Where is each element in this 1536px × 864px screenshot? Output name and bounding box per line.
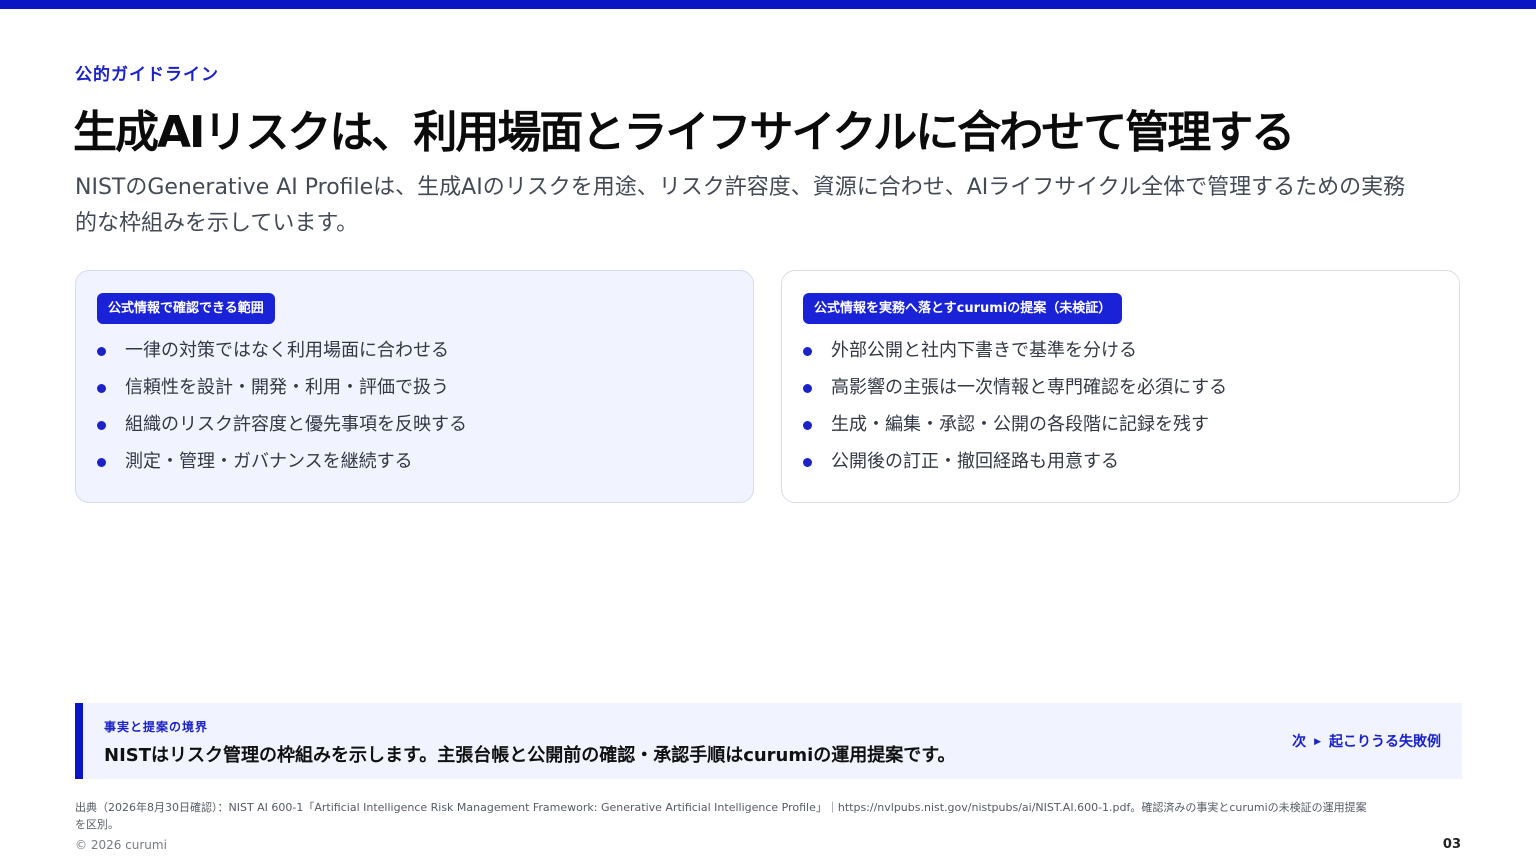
list-item-text: 信頼性を設計・開発・利用・評価で扱う xyxy=(125,377,449,398)
official-scope-card: 公式情報で確認できる範囲 一律の対策ではなく利用場面に合わせる 信頼性を設計・開… xyxy=(75,270,754,503)
next-slide-link[interactable]: 次 ▶ 起こりうる失敗例 xyxy=(1292,731,1441,751)
list-item: 信頼性を設計・開発・利用・評価で扱う xyxy=(96,371,467,408)
callout-text: NISTはリスク管理の枠組みを示します。主張台帳と公開前の確認・承認手順はcur… xyxy=(104,745,956,766)
card-tag: 公式情報で確認できる範囲 xyxy=(97,293,275,324)
list-item-text: 生成・編集・承認・公開の各段階に記録を残す xyxy=(831,414,1209,435)
next-prefix: 次 xyxy=(1292,734,1307,750)
copyright: © 2026 curumi xyxy=(75,838,167,852)
callout-label: 事実と提案の境界 xyxy=(104,720,209,734)
next-label: 起こりうる失敗例 xyxy=(1329,734,1441,750)
bullet-icon xyxy=(97,384,106,393)
list-item: 組織のリスク許容度と優先事項を反映する xyxy=(96,408,467,445)
list-item-text: 外部公開と社内下書きで基準を分ける xyxy=(831,340,1137,361)
list-item-text: 高影響の主張は一次情報と専門確認を必須にする xyxy=(831,377,1228,398)
list-item-text: 組織のリスク許容度と優先事項を反映する xyxy=(125,414,467,435)
bullet-icon xyxy=(803,421,812,430)
list-item: 生成・編集・承認・公開の各段階に記録を残す xyxy=(802,408,1227,445)
fact-proposal-callout: 事実と提案の境界 NISTはリスク管理の枠組みを示します。主張台帳と公開前の確認… xyxy=(75,703,1462,779)
list-item: 外部公開と社内下書きで基準を分ける xyxy=(802,334,1227,371)
list-item: 一律の対策ではなく利用場面に合わせる xyxy=(96,334,467,371)
list-item-text: 測定・管理・ガバナンスを継続する xyxy=(125,451,413,472)
list-item-text: 公開後の訂正・撤回経路も用意する xyxy=(831,451,1119,472)
lead-paragraph: NISTのGenerative AI Profileは、生成AIのリスクを用途、… xyxy=(75,175,1406,236)
card-list: 一律の対策ではなく利用場面に合わせる 信頼性を設計・開発・利用・評価で扱う 組織… xyxy=(96,334,467,482)
bullet-icon xyxy=(803,384,812,393)
bullet-icon xyxy=(97,458,106,467)
triangle-right-icon: ▶ xyxy=(1314,737,1321,747)
source-citation: 出典（2026年8月30日確認）：NIST AI 600-1「Artificia… xyxy=(75,801,1367,831)
list-item: 公開後の訂正・撤回経路も用意する xyxy=(802,445,1227,482)
bullet-icon xyxy=(803,458,812,467)
bullet-icon xyxy=(97,347,106,356)
curumi-proposal-card: 公式情報を実務へ落とすcurumiの提案（未検証） 外部公開と社内下書きで基準を… xyxy=(781,270,1460,503)
eyebrow-label: 公的ガイドライン xyxy=(75,65,219,85)
bullet-icon xyxy=(803,347,812,356)
slide-title: 生成AIリスクは、利用場面とライフサイクルに合わせて管理する xyxy=(73,107,1295,158)
list-item-text: 一律の対策ではなく利用場面に合わせる xyxy=(125,340,449,361)
callout-accent-bar xyxy=(75,703,83,779)
card-list: 外部公開と社内下書きで基準を分ける 高影響の主張は一次情報と専門確認を必須にする… xyxy=(802,334,1227,482)
card-tag: 公式情報を実務へ落とすcurumiの提案（未検証） xyxy=(803,293,1123,324)
page-number: 03 xyxy=(1442,837,1461,852)
list-item: 測定・管理・ガバナンスを継続する xyxy=(96,445,467,482)
top-accent-bar xyxy=(0,0,1536,9)
bullet-icon xyxy=(97,421,106,430)
list-item: 高影響の主張は一次情報と専門確認を必須にする xyxy=(802,371,1227,408)
